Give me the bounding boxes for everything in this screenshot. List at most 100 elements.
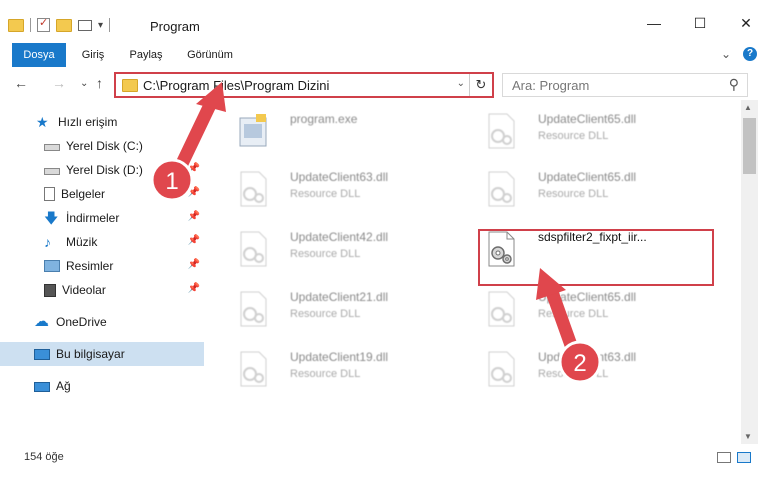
dll-file-icon xyxy=(488,291,515,327)
pin-icon[interactable]: 📌 xyxy=(188,187,200,198)
file-item[interactable]: UpdateClient19.dll Resource DLL xyxy=(232,344,462,394)
pin-icon[interactable]: 📌 xyxy=(188,283,200,294)
computer-icon xyxy=(34,349,50,360)
file-name: UpdateClient65.dll xyxy=(538,170,637,184)
network-icon xyxy=(34,382,50,392)
file-name: program.exe xyxy=(290,112,358,126)
file-name: UpdateClient21.dll xyxy=(290,290,389,304)
dll-file-icon xyxy=(488,113,515,149)
close-button[interactable]: ✕ xyxy=(723,8,769,38)
address-bar[interactable]: C:\Program Files\Program Dizini ⌄ ↻ xyxy=(114,72,494,98)
music-icon: ♪ xyxy=(44,234,51,250)
dll-file-icon xyxy=(488,351,515,387)
sidebar-item-label: Yerel Disk (D:) xyxy=(66,163,143,177)
properties-icon[interactable] xyxy=(37,16,50,32)
new-folder-icon[interactable] xyxy=(56,18,72,32)
vertical-scrollbar[interactable]: ▲ ▼ xyxy=(741,100,758,444)
file-name: UpdateClient63.dll xyxy=(538,350,637,364)
dll-file-icon xyxy=(488,171,515,207)
file-name: UpdateClient19.dll xyxy=(290,350,389,364)
file-item[interactable]: UpdateClient21.dll Resource DLL xyxy=(232,284,462,334)
pin-icon[interactable]: 📌 xyxy=(188,211,200,222)
tab-file[interactable]: Dosya xyxy=(12,43,66,67)
folder-icon xyxy=(8,18,24,32)
minimize-button[interactable]: — xyxy=(631,8,677,38)
sidebar-item-quick-access[interactable]: ★ Hızlı erişim xyxy=(0,110,204,134)
file-name: UpdateClient42.dll xyxy=(290,230,389,244)
sidebar-item-network[interactable]: Ağ xyxy=(0,374,204,398)
title-bar: ▾ Program — ☐ ✕ xyxy=(0,0,769,40)
sidebar-item-disk-d[interactable]: Yerel Disk (D:) 📌 xyxy=(0,158,204,182)
sidebar-item-label: Ağ xyxy=(56,379,71,393)
sidebar-item-label: Hızlı erişim xyxy=(58,115,118,129)
sidebar-item-label: Yerel Disk (C:) xyxy=(66,139,143,153)
pin-icon[interactable]: 📌 xyxy=(188,235,200,246)
back-button[interactable]: ← xyxy=(14,75,28,91)
recent-locations-button[interactable]: ⌄ xyxy=(80,78,88,89)
dll-file-icon xyxy=(240,171,267,207)
sidebar-item-pictures[interactable]: Resimler 📌 xyxy=(0,254,204,278)
scroll-down-icon[interactable]: ▼ xyxy=(744,432,752,441)
file-item[interactable]: UpdateClient42.dll Resource DLL xyxy=(232,224,462,274)
sidebar-item-downloads[interactable]: 🡇 İndirmeler 📌 xyxy=(0,206,204,230)
file-name: UpdateClient65.dll xyxy=(538,290,637,304)
layout-icon[interactable] xyxy=(78,19,92,31)
sidebar-item-this-pc[interactable]: Bu bilgisayar xyxy=(0,342,204,366)
navigation-bar: ← → ⌄ ↑ C:\Program Files\Program Dizini … xyxy=(0,70,769,100)
maximize-button[interactable]: ☐ xyxy=(677,8,723,38)
sidebar-item-videos[interactable]: Videolar 📌 xyxy=(0,278,204,302)
sidebar-item-documents[interactable]: Belgeler 📌 xyxy=(0,182,204,206)
scroll-up-icon[interactable]: ▲ xyxy=(744,103,752,112)
up-button[interactable]: ↑ xyxy=(96,75,103,91)
file-item[interactable]: UpdateClient63.dll Resource DLL xyxy=(480,344,710,394)
star-icon: ★ xyxy=(36,114,49,130)
search-icon: ⚲ xyxy=(728,76,739,92)
file-item[interactable]: program.exe xyxy=(232,106,462,156)
large-icons-view-icon[interactable] xyxy=(737,452,751,463)
pictures-icon xyxy=(44,260,60,272)
help-icon[interactable]: ? xyxy=(743,47,757,61)
sidebar-item-label: Videolar xyxy=(62,283,106,297)
file-type: Resource DLL xyxy=(290,248,361,260)
drive-icon xyxy=(44,144,60,151)
details-view-icon[interactable] xyxy=(717,452,731,463)
exe-file-icon xyxy=(239,114,267,147)
file-type: Resource DLL xyxy=(538,308,609,320)
sidebar-item-disk-c[interactable]: Yerel Disk (C:) 📌 xyxy=(0,134,204,158)
download-icon: 🡇 xyxy=(44,210,59,226)
sidebar-item-onedrive[interactable]: ☁ OneDrive xyxy=(0,310,204,334)
file-name: UpdateClient65.dll xyxy=(538,112,637,126)
file-item[interactable]: UpdateClient63.dll Resource DLL xyxy=(232,164,462,214)
collapse-ribbon-icon[interactable]: ⌄ xyxy=(721,47,731,61)
file-type: Resource DLL xyxy=(538,368,609,380)
window-title: Program xyxy=(150,19,200,34)
file-item[interactable]: UpdateClient65.dll Resource DLL xyxy=(480,106,710,156)
tab-view[interactable]: Görünüm xyxy=(178,43,242,67)
refresh-button[interactable]: ↻ xyxy=(469,74,492,96)
file-type: Resource DLL xyxy=(538,130,609,142)
sidebar-item-label: OneDrive xyxy=(56,315,107,329)
address-text[interactable]: C:\Program Files\Program Dizini xyxy=(143,78,329,93)
sidebar-item-label: Bu bilgisayar xyxy=(56,347,125,361)
search-box[interactable]: Ara: Program ⚲ xyxy=(502,73,748,97)
scroll-thumb[interactable] xyxy=(743,118,756,174)
customize-toolbar-icon[interactable]: ▾ xyxy=(98,20,103,31)
file-item[interactable]: UpdateClient65.dll Resource DLL xyxy=(480,284,710,334)
forward-button[interactable]: → xyxy=(52,75,66,91)
sidebar-item-label: Belgeler xyxy=(61,187,106,201)
tab-home[interactable]: Giriş xyxy=(72,43,114,67)
cloud-icon: ☁ xyxy=(34,313,49,330)
sidebar-item-music[interactable]: ♪ Müzik 📌 xyxy=(0,230,204,254)
file-highlight-box xyxy=(478,229,714,286)
address-dropdown-icon[interactable]: ⌄ xyxy=(457,78,465,89)
sidebar-item-label: Resimler xyxy=(66,259,114,273)
tab-share[interactable]: Paylaş xyxy=(122,43,170,67)
pin-icon[interactable]: 📌 xyxy=(188,163,200,174)
pin-icon[interactable]: 📌 xyxy=(188,139,200,150)
file-type: Resource DLL xyxy=(538,188,609,200)
file-item[interactable]: UpdateClient65.dll Resource DLL xyxy=(480,164,710,214)
pin-icon[interactable]: 📌 xyxy=(188,259,200,270)
separator xyxy=(30,18,31,32)
file-name: UpdateClient63.dll xyxy=(290,170,389,184)
search-input[interactable]: Ara: Program xyxy=(512,78,589,93)
